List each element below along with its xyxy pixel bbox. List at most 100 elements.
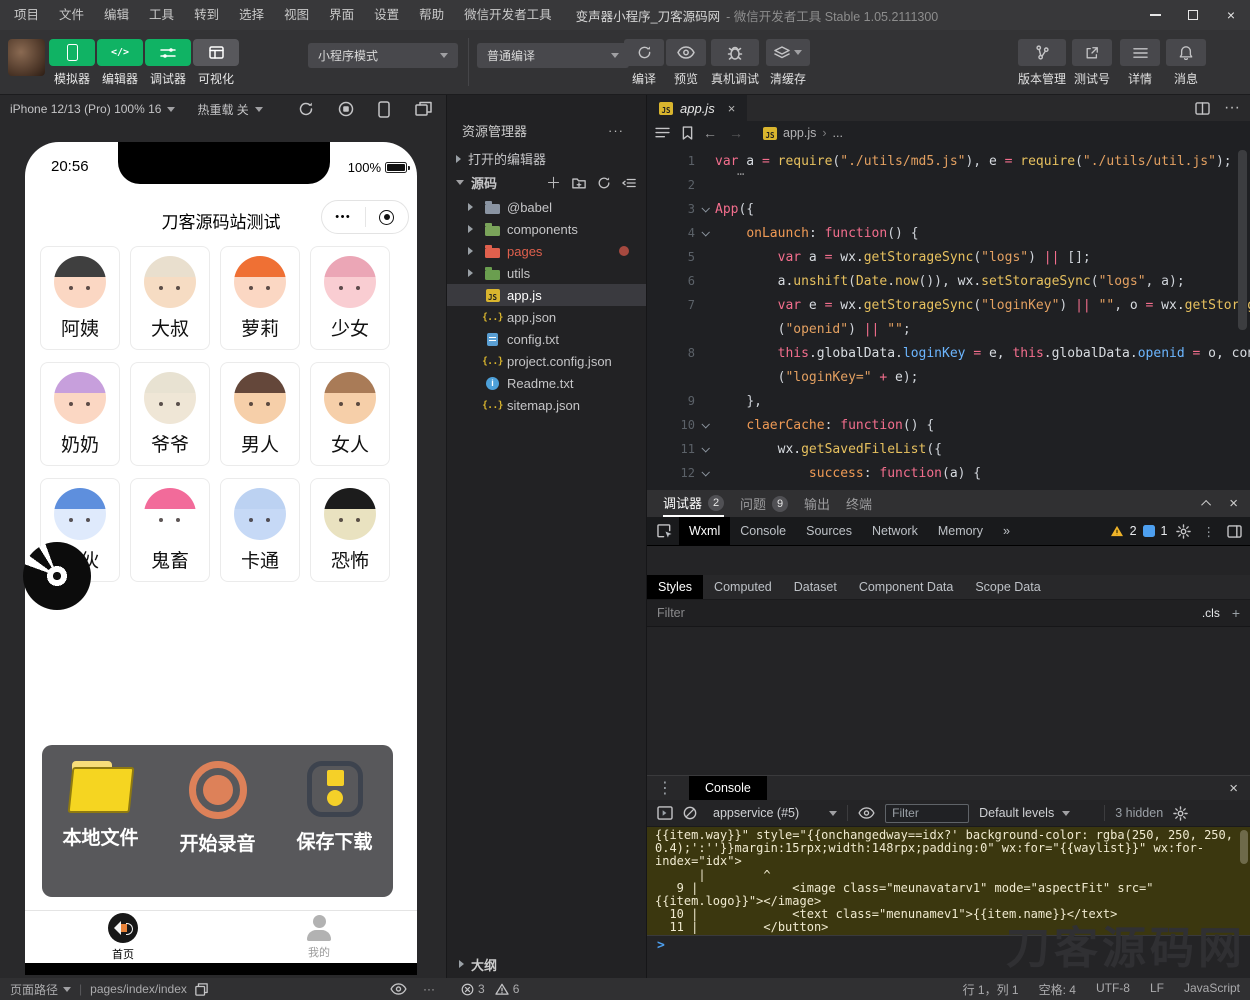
eye-icon[interactable] (858, 807, 875, 819)
cls-toggle[interactable]: .cls (1202, 606, 1220, 620)
collapse-panel-icon[interactable] (1201, 500, 1211, 510)
devtools-tab-sources[interactable]: Sources (796, 517, 862, 545)
tab-styles[interactable]: Styles (647, 575, 703, 599)
log-levels-select[interactable]: Default levels (979, 806, 1070, 820)
exit-button[interactable] (366, 210, 409, 225)
float-window-button[interactable] (415, 101, 432, 116)
compile-mode-select[interactable]: 普通编译 (477, 43, 629, 68)
floating-disc-icon[interactable] (23, 542, 91, 610)
voice-card[interactable]: 大叔 (130, 246, 210, 350)
tab-terminal[interactable]: 终端 (846, 490, 872, 517)
tree-item-@babel[interactable]: @babel (447, 196, 646, 218)
local-file-button[interactable]: 本地文件 (42, 745, 159, 897)
styles-filter-input[interactable]: Filter (657, 606, 685, 620)
page-path-select[interactable]: 页面路径 (10, 981, 71, 998)
devtools-tab-memory[interactable]: Memory (928, 517, 993, 545)
encoding[interactable]: UTF-8 (1096, 981, 1130, 998)
tree-item-app.json[interactable]: {..}app.json (447, 306, 646, 328)
tree-item-utils[interactable]: utils (447, 262, 646, 284)
maximize-button[interactable] (1174, 0, 1212, 30)
voice-card[interactable]: 阿姨 (40, 246, 120, 350)
tab-home[interactable]: 首页 (25, 911, 221, 963)
new-folder-icon[interactable] (572, 177, 586, 189)
close-panel-icon[interactable]: × (1229, 495, 1238, 512)
more-button[interactable]: ••• (322, 211, 365, 223)
menu-item-工具[interactable]: 工具 (139, 0, 184, 30)
tab-output[interactable]: 输出 (804, 490, 830, 517)
tree-item-sitemap.json[interactable]: {..}sitemap.json (447, 394, 646, 416)
tab-dataset[interactable]: Dataset (783, 575, 848, 599)
fold-chevron-icon[interactable] (695, 470, 715, 476)
voice-card[interactable]: 少女 (310, 246, 390, 350)
voice-card[interactable]: 恐怖 (310, 478, 390, 582)
clear-cache-button[interactable]: 清缓存 (766, 39, 810, 87)
menu-item-帮助[interactable]: 帮助 (409, 0, 454, 30)
outline-section[interactable]: 大纲 (447, 953, 646, 975)
indent-setting[interactable]: 空格: 4 (1039, 981, 1076, 998)
compile-button[interactable]: 编译 (624, 39, 664, 87)
tab-component-data[interactable]: Component Data (848, 575, 965, 599)
info-icon[interactable] (1143, 525, 1155, 537)
device-frame-button[interactable] (378, 101, 390, 118)
breadcrumb-file[interactable]: app.js (783, 126, 816, 140)
voice-card[interactable]: 卡通 (220, 478, 300, 582)
cursor-position[interactable]: 行 1，列 1 (963, 981, 1019, 998)
drawer-menu-icon[interactable]: ⋮ (657, 778, 673, 798)
visualization-button[interactable]: 可视化 (192, 39, 240, 87)
close-button[interactable]: × (1212, 0, 1250, 30)
record-button[interactable] (338, 101, 354, 117)
more-icon[interactable]: ··· (423, 982, 435, 996)
menu-item-项目[interactable]: 项目 (4, 0, 49, 30)
tree-item-project.config.json[interactable]: {..}project.config.json (447, 350, 646, 372)
console-drawer-tab[interactable]: Console (689, 776, 767, 800)
console-sidebar-icon[interactable] (657, 806, 673, 820)
bookmark-icon[interactable] (682, 126, 693, 140)
tab-mine[interactable]: 我的 (221, 911, 417, 963)
menu-item-微信开发者工具[interactable]: 微信开发者工具 (454, 0, 562, 30)
back-icon[interactable]: ← (703, 125, 717, 141)
kebab-menu-icon[interactable]: ⋮ (1203, 524, 1216, 539)
list-icon[interactable] (655, 127, 670, 139)
menu-item-界面[interactable]: 界面 (319, 0, 364, 30)
copy-icon[interactable] (195, 983, 208, 996)
tree-item-config.txt[interactable]: config.txt (447, 328, 646, 350)
refresh-icon[interactable] (597, 176, 611, 190)
user-avatar[interactable] (8, 39, 45, 76)
tree-item-components[interactable]: components (447, 218, 646, 240)
problems-summary[interactable]: 3 6 (461, 982, 519, 996)
tab-scope-data[interactable]: Scope Data (964, 575, 1051, 599)
test-account-button[interactable]: 测试号 (1072, 39, 1112, 87)
source-section[interactable]: 源码 ＋ (447, 171, 646, 194)
add-style-icon[interactable]: + (1232, 605, 1240, 621)
editor-scrollbar[interactable] (1238, 150, 1247, 330)
new-file-icon[interactable]: ＋ (546, 172, 561, 193)
menu-item-选择[interactable]: 选择 (229, 0, 274, 30)
tab-appjs[interactable]: JS app.js × (647, 95, 747, 121)
editor-button[interactable]: </> 编辑器 (96, 39, 144, 87)
menu-item-视图[interactable]: 视图 (274, 0, 319, 30)
fold-chevron-icon[interactable] (695, 206, 715, 212)
version-control-button[interactable]: 版本管理 (1018, 39, 1066, 87)
close-tab-icon[interactable]: × (728, 101, 736, 116)
hot-reload-toggle[interactable]: 热重载 关 (197, 101, 262, 118)
voice-card[interactable]: 爷爷 (130, 362, 210, 466)
voice-card[interactable]: 奶奶 (40, 362, 120, 466)
minimize-button[interactable] (1136, 0, 1174, 30)
clear-console-icon[interactable] (683, 806, 697, 820)
inspect-icon[interactable] (657, 524, 673, 539)
console-filter-input[interactable]: Filter (885, 804, 969, 823)
messages-button[interactable]: 消息 (1166, 39, 1206, 87)
warning-icon[interactable] (1110, 525, 1124, 537)
mode-select[interactable]: 小程序模式 (308, 43, 458, 68)
menu-item-设置[interactable]: 设置 (364, 0, 409, 30)
rotate-button[interactable] (298, 101, 314, 117)
devtools-tab-wxml[interactable]: Wxml (679, 517, 730, 545)
page-path-value[interactable]: pages/index/index (90, 982, 187, 996)
more-actions-icon[interactable]: ··· (1224, 99, 1240, 117)
more-icon[interactable]: ··· (608, 123, 624, 138)
menu-item-转到[interactable]: 转到 (184, 0, 229, 30)
forward-icon[interactable]: → (729, 125, 743, 141)
fold-chevron-icon[interactable] (695, 230, 715, 236)
fold-hint[interactable]: ⋯ (737, 167, 745, 181)
devtools-tab-overflow[interactable]: » (993, 517, 1020, 545)
